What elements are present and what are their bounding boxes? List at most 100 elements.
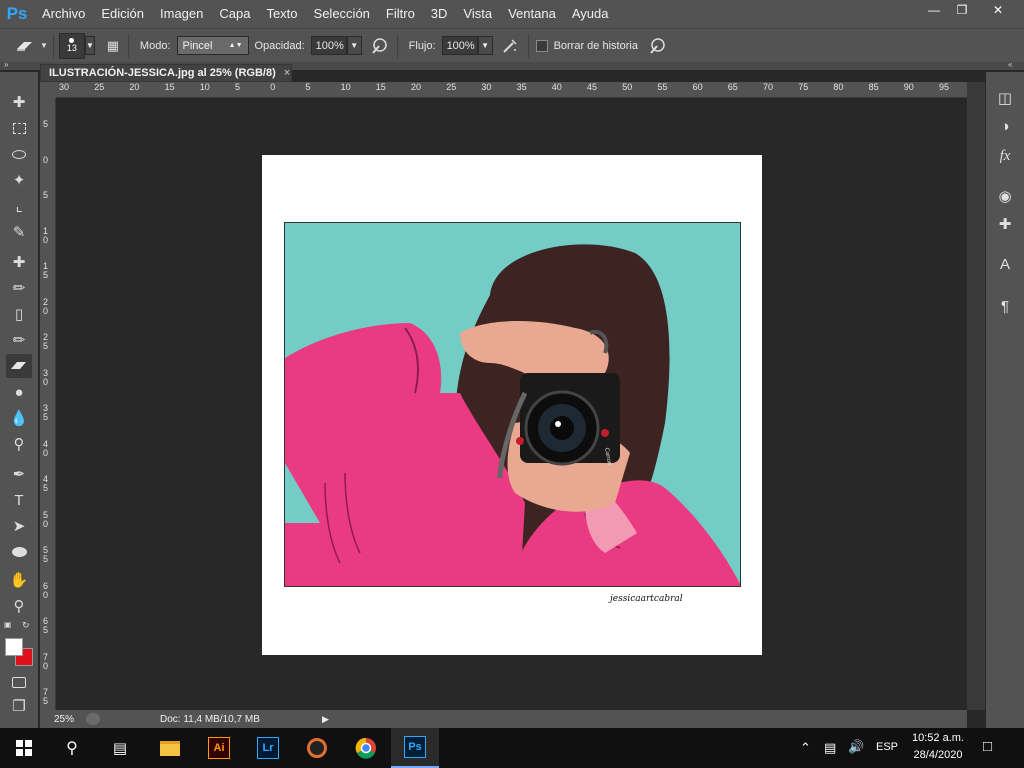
foreground-color-swatch[interactable]: [5, 638, 23, 656]
brush-size-picker[interactable]: 13: [58, 32, 85, 59]
menu-capa[interactable]: Capa: [211, 0, 258, 28]
language-indicator[interactable]: ESP: [876, 741, 898, 753]
restore-icon[interactable]: ❐: [948, 0, 976, 20]
hand-icon[interactable]: ✋: [6, 568, 32, 592]
marquee-icon[interactable]: [6, 116, 32, 140]
erase-history-checkbox[interactable]: [535, 39, 548, 52]
mode-select[interactable]: Pincel ▲▼: [176, 36, 249, 55]
expand-left-icon[interactable]: »: [4, 60, 8, 69]
tools-panel: ✚ ✦ ⌞ ✎ ✚ ✏ ▯ ✏ ● 💧 ⚲ ✒ T ➤ ✋ ⚲ ▣ ↻ ❐: [0, 72, 38, 728]
menu-seleccion[interactable]: Selección: [306, 0, 378, 28]
ruler-h-label: 30: [59, 82, 70, 92]
flow-input[interactable]: 100%: [441, 36, 478, 55]
layers-icon[interactable]: ◫: [992, 86, 1018, 110]
pressure-opacity-icon[interactable]: [366, 34, 392, 58]
menu-ventana[interactable]: Ventana: [500, 0, 564, 28]
eraser-icon[interactable]: [6, 354, 32, 378]
dodge-icon[interactable]: ⚲: [6, 432, 32, 456]
clock-time[interactable]: 10:52 a.m.: [910, 732, 966, 744]
vertical-scrollbar[interactable]: [967, 82, 985, 710]
styles-icon[interactable]: fx: [992, 144, 1018, 168]
opacity-dropdown-icon[interactable]: ▼: [346, 36, 362, 55]
type-icon[interactable]: T: [6, 488, 32, 512]
windows-start-icon[interactable]: [0, 728, 48, 768]
status-menu-arrow-icon[interactable]: ▶: [322, 714, 330, 725]
document-tab[interactable]: ILUSTRACIÓN-JESSICA.jpg al 25% (RGB/8) ×: [40, 64, 292, 82]
photoshop-logo-icon[interactable]: Ps: [0, 0, 34, 28]
file-explorer-icon[interactable]: [146, 728, 194, 768]
paint-bucket-icon[interactable]: ●: [6, 380, 32, 404]
chrome-icon[interactable]: [342, 728, 390, 768]
path-selection-icon[interactable]: ➤: [6, 514, 32, 538]
ruler-h-label: 75: [798, 82, 809, 92]
default-colors-icon[interactable]: ▣: [4, 620, 16, 630]
preset-dropdown-icon[interactable]: ▼: [40, 41, 48, 50]
crop-icon[interactable]: ⌞: [6, 194, 32, 218]
illustration[interactable]: Canon: [284, 222, 741, 587]
menu-archivo[interactable]: Archivo: [34, 0, 93, 28]
illustrator-icon[interactable]: Ai: [195, 728, 243, 768]
ruler-h-label: 5: [235, 82, 241, 92]
horizontal-ruler[interactable]: 30 25 20 15 10 5 0 5 10 15 20 25 30 35 40 45 50 55 60 65 70 7…: [56, 82, 967, 98]
clock-date[interactable]: 28/4/2020: [910, 749, 966, 761]
airbrush-icon[interactable]: [497, 34, 523, 58]
pen-icon[interactable]: ✒: [6, 462, 32, 486]
brush-panel-icon[interactable]: ▦: [103, 36, 123, 56]
paths-icon[interactable]: ✚: [992, 212, 1018, 236]
zoom-icon[interactable]: ⚲: [6, 594, 32, 618]
swap-colors-icon[interactable]: ↻: [22, 620, 30, 631]
opacity-input[interactable]: 100%: [310, 36, 347, 55]
ruler-h-label: 30: [481, 82, 492, 92]
lightroom-icon[interactable]: Lr: [244, 728, 292, 768]
history-brush-icon[interactable]: ✏: [6, 328, 32, 352]
ruler-v-label: 6 5: [43, 616, 51, 635]
pressure-size-icon[interactable]: [644, 34, 670, 58]
ruler-v-label: 1 0: [43, 225, 51, 245]
move-icon[interactable]: ✚: [6, 90, 32, 114]
close-tab-icon[interactable]: ×: [284, 67, 290, 79]
menu-3d[interactable]: 3D: [423, 0, 456, 28]
media-player-icon[interactable]: [293, 728, 341, 768]
menu-edicion[interactable]: Edición: [93, 0, 152, 28]
ruler-origin[interactable]: [40, 82, 56, 98]
ruler-v-label: 6 0: [43, 580, 51, 600]
brush-icon[interactable]: ✏: [6, 276, 32, 300]
task-view-icon[interactable]: ▤: [96, 728, 144, 768]
magic-wand-icon[interactable]: ✦: [6, 168, 32, 192]
flow-dropdown-icon[interactable]: ▼: [477, 36, 493, 55]
notifications-icon[interactable]: □: [983, 738, 992, 755]
ellipse-icon[interactable]: [6, 540, 32, 564]
search-icon[interactable]: ⚲: [48, 728, 96, 768]
expand-right-icon[interactable]: «: [1008, 60, 1012, 69]
network-icon[interactable]: ▤: [824, 740, 836, 756]
clone-stamp-icon[interactable]: ▯: [6, 302, 32, 326]
eyedropper-icon[interactable]: ✎: [6, 220, 32, 244]
share-icon[interactable]: [86, 713, 100, 725]
ruler-v-label: 5: [43, 190, 49, 200]
menu-texto[interactable]: Texto: [258, 0, 305, 28]
photoshop-taskbar-icon[interactable]: Ps: [391, 728, 439, 768]
volume-icon[interactable]: 🔊: [848, 739, 864, 755]
menu-ayuda[interactable]: Ayuda: [564, 0, 617, 28]
screen-mode-icon[interactable]: ❐: [6, 694, 32, 718]
lasso-icon[interactable]: [6, 142, 32, 166]
quick-mask-icon[interactable]: [6, 670, 32, 694]
paragraph-icon[interactable]: ¶: [992, 294, 1018, 318]
menu-imagen[interactable]: Imagen: [152, 0, 211, 28]
blur-icon[interactable]: 💧: [6, 406, 32, 430]
tray-chevron-icon[interactable]: ⌃: [800, 740, 811, 756]
ruler-h-label: 20: [129, 82, 140, 92]
zoom-level[interactable]: 25%: [40, 714, 86, 725]
separator: [127, 33, 129, 58]
menu-vista[interactable]: Vista: [455, 0, 500, 28]
channels-icon[interactable]: ◉: [992, 184, 1018, 208]
minimize-icon[interactable]: —: [920, 0, 948, 20]
healing-brush-icon[interactable]: ✚: [6, 250, 32, 274]
brush-size-dropdown-icon[interactable]: ▼: [84, 36, 95, 55]
adjustments-icon[interactable]: ◑: [992, 114, 1018, 138]
close-icon[interactable]: ✕: [978, 0, 1018, 20]
menu-filtro[interactable]: Filtro: [378, 0, 423, 28]
character-icon[interactable]: A: [992, 252, 1018, 276]
eraser-tool-preset-icon[interactable]: [10, 34, 40, 58]
vertical-ruler[interactable]: 5 0 5 1 0 1 5 2 0 2 5 3 0 3 5 4 0 4 5 5 0 5 5 6 0 6 5 7…: [40, 98, 56, 710]
